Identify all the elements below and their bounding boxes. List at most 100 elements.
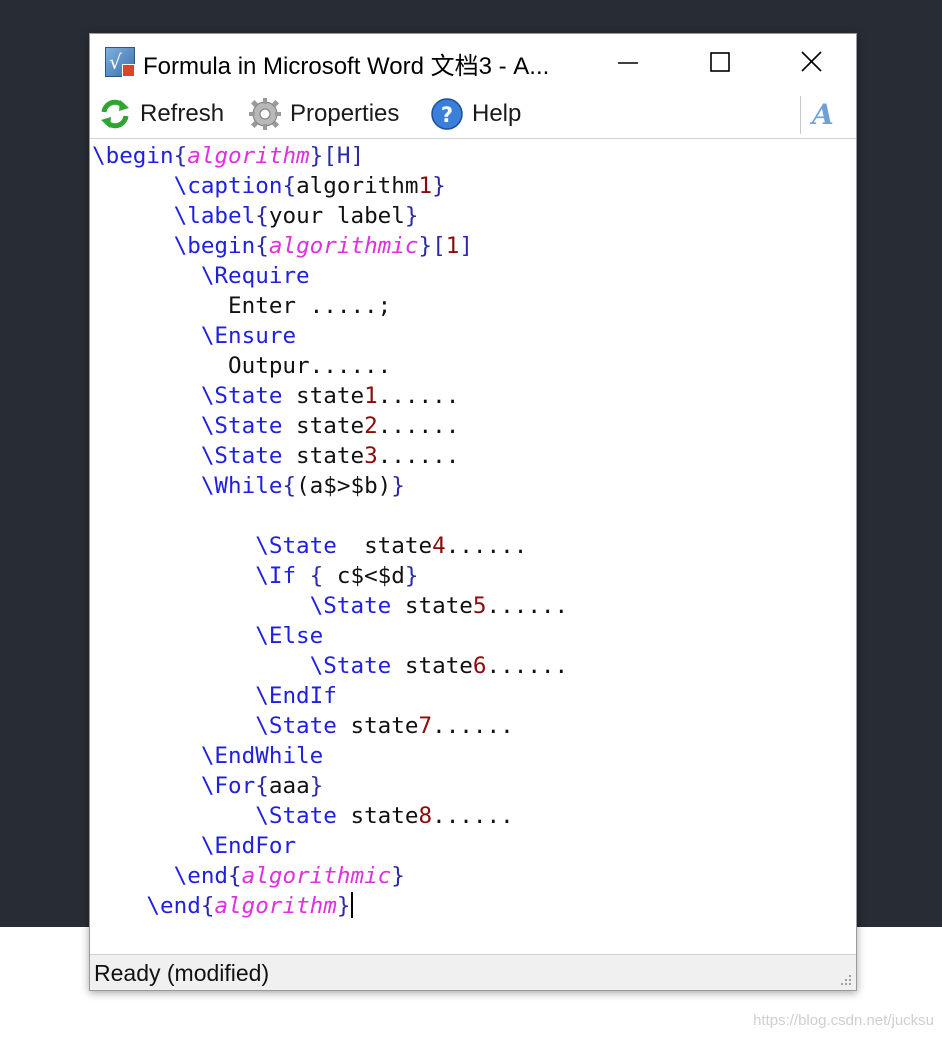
title-bar[interactable]: √ Formula in Microsoft Word 文档3 - A... xyxy=(90,34,856,90)
minimize-button[interactable] xyxy=(582,34,674,90)
help-button[interactable]: ? Help xyxy=(430,97,521,131)
code-token: 7 xyxy=(418,713,433,739)
code-token: \State xyxy=(200,413,283,439)
code-token: } xyxy=(404,203,419,229)
code-token: state xyxy=(282,413,365,439)
code-token: 5 xyxy=(472,593,487,619)
code-line: \end{algorithm} xyxy=(92,891,568,921)
code-token: } xyxy=(391,863,405,889)
code-line: \begin{algorithm}[H] xyxy=(92,141,568,171)
toolbar: Refresh Properties ? Help A xyxy=(90,90,856,139)
code-token: }[ xyxy=(418,233,446,259)
code-line: \State state8...... xyxy=(92,801,568,831)
code-line xyxy=(92,501,568,531)
code-token: { xyxy=(255,773,269,799)
code-token: { xyxy=(282,173,297,199)
code-token: \State xyxy=(255,533,337,559)
minimize-icon xyxy=(618,62,638,64)
code-token: algorithm xyxy=(296,173,419,199)
code-content: \begin{algorithm}[H] \caption{algorithm1… xyxy=(92,141,568,921)
code-token: { xyxy=(200,893,215,919)
code-token: { xyxy=(228,863,242,889)
code-token: \label xyxy=(173,203,256,229)
refresh-button[interactable]: Refresh xyxy=(98,97,224,131)
resize-grip-icon[interactable] xyxy=(839,973,853,987)
code-token: }[H] xyxy=(309,143,365,169)
code-token: 6 xyxy=(472,653,487,679)
close-button[interactable] xyxy=(766,34,858,90)
code-line: \If { c$<$d} xyxy=(92,561,568,591)
code-token: { xyxy=(309,563,324,589)
code-token: 1 xyxy=(364,383,378,409)
code-token: c$<$d xyxy=(323,563,405,589)
window-title: Formula in Microsoft Word 文档3 - A... xyxy=(143,53,550,80)
code-token: ...... xyxy=(445,533,528,559)
refresh-icon xyxy=(101,99,129,129)
code-token: \State xyxy=(200,443,283,469)
code-token: \end xyxy=(146,893,201,919)
code-token: state xyxy=(282,443,365,469)
code-token: \State xyxy=(309,593,392,619)
code-token: 1 xyxy=(418,173,433,199)
code-line: \caption{algorithm1} xyxy=(92,171,568,201)
formula-app-icon: √ xyxy=(105,47,135,77)
code-token: 2 xyxy=(364,413,378,439)
code-line: \EndFor xyxy=(92,831,568,861)
toolbar-separator xyxy=(800,96,801,134)
code-token: (a$>$b) xyxy=(296,473,392,499)
code-token: \EndFor xyxy=(200,833,297,859)
code-token: ...... xyxy=(432,803,514,829)
code-token: \If xyxy=(255,563,297,589)
code-token: \caption xyxy=(173,173,283,199)
code-line: \Require xyxy=(92,261,568,291)
code-token: algorithm xyxy=(187,143,310,169)
code-editor[interactable]: \begin{algorithm}[H] \caption{algorithm1… xyxy=(90,139,856,954)
code-token: Outpur...... xyxy=(92,353,392,379)
refresh-label: Refresh xyxy=(140,100,225,127)
code-token: \end xyxy=(173,863,229,889)
code-token: \While xyxy=(200,473,283,499)
code-token: \Ensure xyxy=(200,323,297,349)
code-token: \EndIf xyxy=(255,683,337,709)
code-token: 3 xyxy=(364,443,378,469)
code-token: ...... xyxy=(486,593,569,619)
code-token: algorithmic xyxy=(241,863,392,889)
code-token: } xyxy=(432,173,446,199)
code-token: 1 xyxy=(445,233,460,259)
code-token: algorithm xyxy=(214,893,337,919)
code-token: \begin xyxy=(92,143,174,169)
italic-a-icon[interactable]: A xyxy=(812,98,834,131)
code-token: } xyxy=(336,893,351,919)
code-line: \end{algorithmic} xyxy=(92,861,568,891)
watermark: https://blog.csdn.net/jucksu xyxy=(753,1012,934,1029)
code-token: ...... xyxy=(432,713,514,739)
code-line: \State state3...... xyxy=(92,441,568,471)
code-line: \State state7...... xyxy=(92,711,568,741)
code-token: } xyxy=(391,473,405,499)
properties-label: Properties xyxy=(290,100,400,127)
code-line: \begin{algorithmic}[1] xyxy=(92,231,568,261)
code-token: state xyxy=(391,653,473,679)
status-bar: Ready (modified) xyxy=(90,954,856,990)
code-token: \State xyxy=(309,653,392,679)
code-token: \EndWhile xyxy=(200,743,324,769)
help-label: Help xyxy=(472,100,522,127)
code-token: \For xyxy=(200,773,256,799)
code-token: 8 xyxy=(418,803,433,829)
properties-button[interactable]: Properties xyxy=(248,97,399,131)
maximize-button[interactable] xyxy=(674,34,766,90)
code-token: } xyxy=(309,773,324,799)
code-token: state xyxy=(336,533,433,559)
code-line: \Else xyxy=(92,621,568,651)
